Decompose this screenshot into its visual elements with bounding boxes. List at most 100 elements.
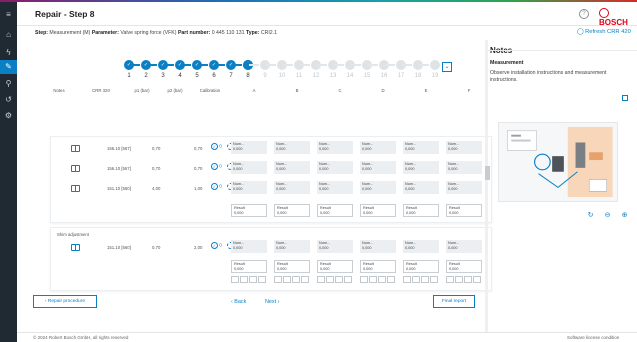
measurement-input[interactable]: Num... 0,000	[231, 161, 267, 174]
menu-icon[interactable]: ≡	[0, 8, 17, 22]
measurement-input[interactable]: Num... 0,000	[446, 141, 482, 154]
result-field[interactable]: Result 0,000	[446, 260, 482, 273]
segment-box[interactable]	[430, 276, 438, 283]
segment-box[interactable]	[446, 276, 454, 283]
history-icon[interactable]: ↺	[0, 93, 17, 107]
final-report-button[interactable]: Final report	[433, 295, 475, 308]
segment-box[interactable]	[464, 276, 472, 283]
step-19[interactable]: 19	[427, 60, 443, 79]
step-16[interactable]: 16	[376, 60, 392, 79]
notes-book-icon[interactable]	[71, 244, 80, 251]
measurement-input[interactable]: Num... 0,000	[403, 161, 439, 174]
measurement-input[interactable]: Num... 0,000	[403, 141, 439, 154]
measurement-input[interactable]: Num... 0,000	[274, 240, 310, 253]
segment-box[interactable]	[403, 276, 411, 283]
step-3[interactable]: 3	[155, 60, 171, 79]
step-1[interactable]: 1	[121, 60, 137, 79]
step-10[interactable]: 10	[274, 60, 290, 79]
measurement-input[interactable]: Num... 0,000	[317, 240, 353, 253]
help-icon[interactable]: ?	[579, 9, 589, 19]
step-11[interactable]: 11	[291, 60, 307, 79]
step-12[interactable]: 12	[308, 60, 324, 79]
result-field[interactable]: Result 0,000	[274, 204, 310, 217]
repair-procedure-button[interactable]: ‹ Repair procedure	[33, 295, 97, 308]
segment-box[interactable]	[283, 276, 291, 283]
result-field[interactable]: Result 0,000	[231, 260, 267, 273]
notes-book-icon[interactable]	[71, 185, 80, 192]
settings-icon[interactable]: ⚙	[0, 109, 17, 123]
measurement-input[interactable]: Num... 0,000	[317, 161, 353, 174]
segment-box[interactable]	[360, 276, 368, 283]
step-13[interactable]: 13	[325, 60, 341, 79]
step-18[interactable]: 18	[410, 60, 426, 79]
measurement-input[interactable]: Num... 0,000	[274, 181, 310, 194]
measurement-input[interactable]: Num... 0,000	[446, 240, 482, 253]
step-9[interactable]: 9	[257, 60, 273, 79]
pin-icon[interactable]: ⚲	[0, 77, 17, 91]
segment-box[interactable]	[473, 276, 481, 283]
segment-box[interactable]	[317, 276, 325, 283]
next-button[interactable]: Next ›	[265, 299, 279, 305]
segment-box[interactable]	[369, 276, 377, 283]
segment-box[interactable]	[344, 276, 352, 283]
segment-box[interactable]	[455, 276, 463, 283]
result-field[interactable]: Result 0,000	[360, 260, 396, 273]
step-4[interactable]: 4	[172, 60, 188, 79]
expand-steps-button[interactable]: ⌄	[442, 62, 452, 72]
measurement-input[interactable]: Num... 0,000	[274, 161, 310, 174]
notes-book-icon[interactable]	[71, 165, 80, 172]
refresh-button[interactable]: ◯ Refresh CRR 420	[577, 29, 631, 35]
measurement-input[interactable]: Num... 0,000	[360, 240, 396, 253]
segment-box[interactable]	[292, 276, 300, 283]
segment-box[interactable]	[335, 276, 343, 283]
measurement-input[interactable]: Num... 0,000	[274, 141, 310, 154]
measurement-input[interactable]: Num... 0,000	[360, 141, 396, 154]
measurement-input[interactable]: Num... 0,000	[446, 161, 482, 174]
flash-icon[interactable]: ϟ	[0, 46, 17, 60]
measurement-input[interactable]: Num... 0,000	[231, 240, 267, 253]
fullscreen-icon[interactable]	[622, 95, 628, 101]
measurement-input[interactable]: Num... 0,000	[360, 161, 396, 174]
result-field[interactable]: Result 0,000	[317, 204, 353, 217]
step-17[interactable]: 17	[393, 60, 409, 79]
step-2[interactable]: 2	[138, 60, 154, 79]
back-button[interactable]: ‹ Back	[231, 299, 246, 305]
measurement-input[interactable]: Num... 0,000	[403, 181, 439, 194]
segment-box[interactable]	[326, 276, 334, 283]
step-8[interactable]: 8	[240, 60, 256, 79]
segment-box[interactable]	[387, 276, 395, 283]
home-icon[interactable]: ⌂	[0, 28, 17, 42]
segment-box[interactable]	[274, 276, 282, 283]
segment-box[interactable]	[421, 276, 429, 283]
segment-box[interactable]	[378, 276, 386, 283]
result-field[interactable]: Result 0,000	[274, 260, 310, 273]
step-7[interactable]: 7	[223, 60, 239, 79]
zoom-in-icon[interactable]: ⊕	[620, 211, 629, 220]
result-field[interactable]: Result 0,000	[446, 204, 482, 217]
result-field[interactable]: Result 0,000	[231, 204, 267, 217]
result-field[interactable]: Result 0,000	[360, 204, 396, 217]
wrench-icon[interactable]: ✎	[0, 60, 17, 74]
step-6[interactable]: 6	[206, 60, 222, 79]
notes-book-icon[interactable]	[71, 145, 80, 152]
segment-box[interactable]	[258, 276, 266, 283]
segment-box[interactable]	[231, 276, 239, 283]
measurement-input[interactable]: Num... 0,000	[317, 181, 353, 194]
segment-box[interactable]	[301, 276, 309, 283]
measurement-input[interactable]: Num... 0,000	[446, 181, 482, 194]
rotate-icon[interactable]: ↻	[586, 211, 595, 220]
result-field[interactable]: Result 0,000	[403, 260, 439, 273]
measurement-input[interactable]: Num... 0,000	[403, 240, 439, 253]
step-14[interactable]: 14	[342, 60, 358, 79]
measurement-input[interactable]: Num... 0,000	[231, 181, 267, 194]
zoom-out-icon[interactable]: ⊖	[603, 211, 612, 220]
segment-box[interactable]	[412, 276, 420, 283]
measurement-input[interactable]: Num... 0,000	[231, 141, 267, 154]
segment-box[interactable]	[249, 276, 257, 283]
result-field[interactable]: Result 0,000	[403, 204, 439, 217]
measurement-input[interactable]: Num... 0,000	[360, 181, 396, 194]
segment-box[interactable]	[240, 276, 248, 283]
step-5[interactable]: 5	[189, 60, 205, 79]
step-15[interactable]: 15	[359, 60, 375, 79]
measurement-input[interactable]: Num... 0,000	[317, 141, 353, 154]
